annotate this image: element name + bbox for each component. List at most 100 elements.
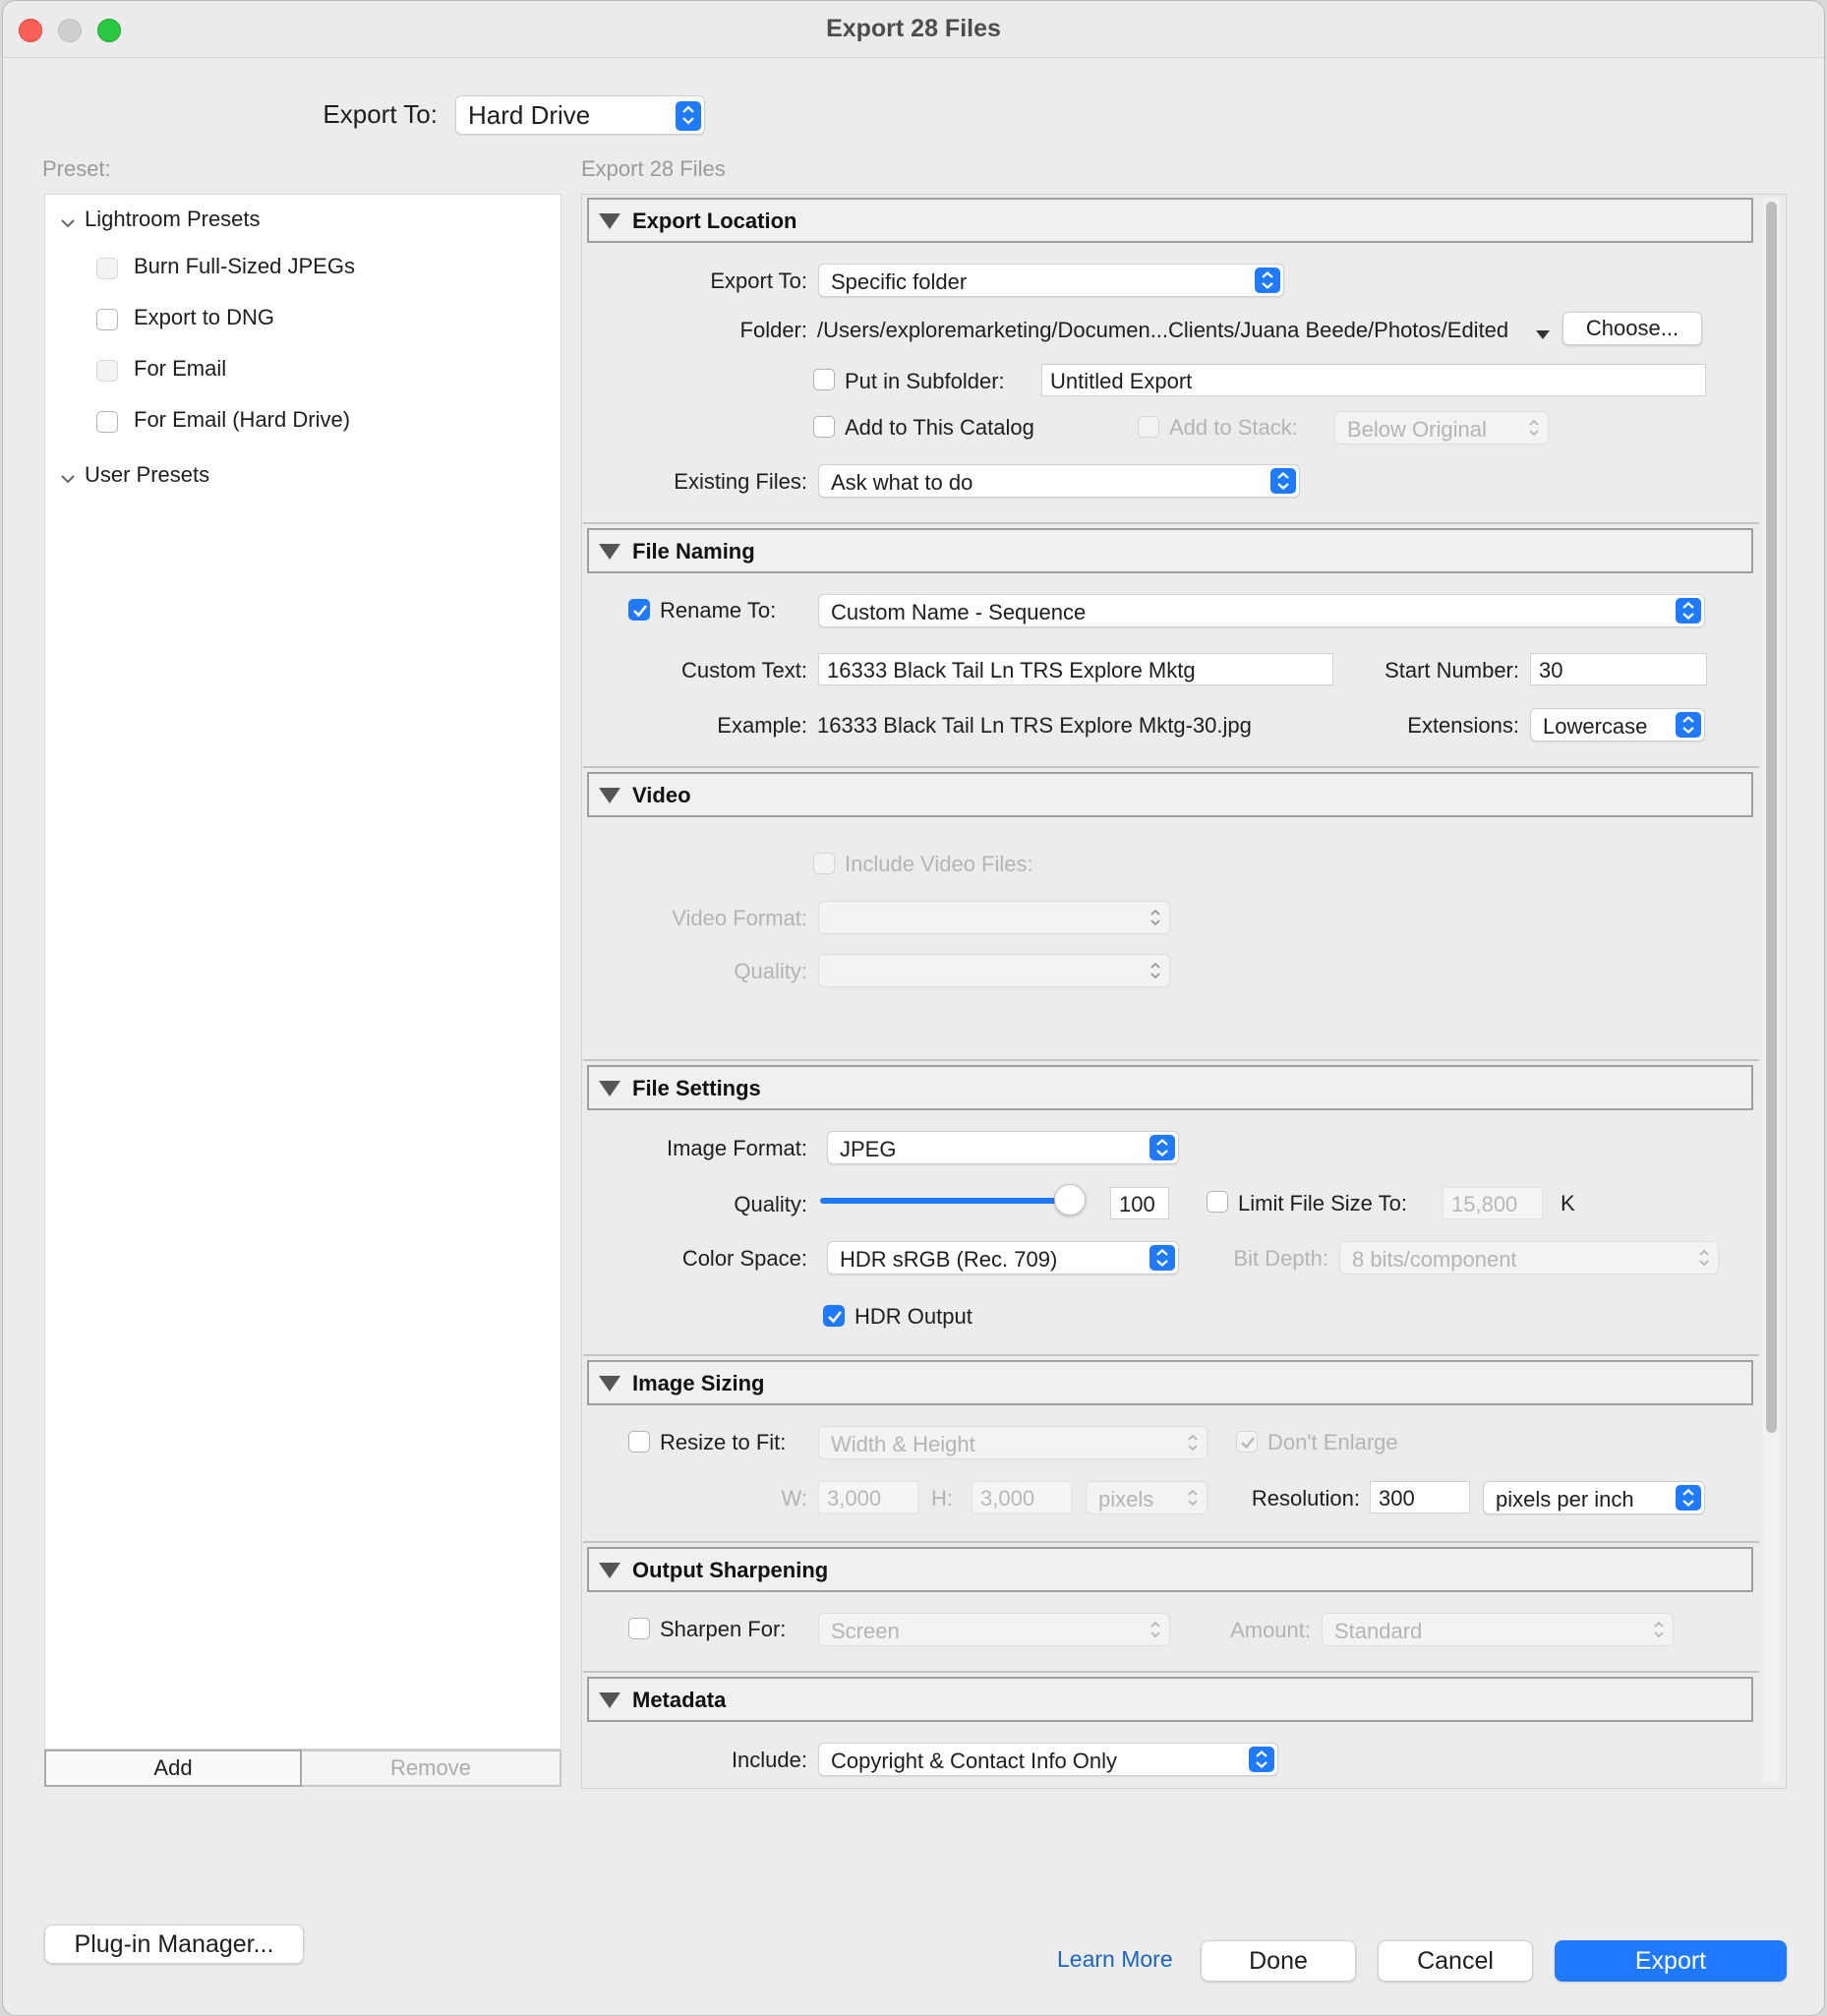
rename-checkbox[interactable] <box>628 599 650 621</box>
width-input[interactable]: 3,000 <box>818 1481 918 1513</box>
include-video-checkbox[interactable] <box>813 853 835 874</box>
resize-mode-select[interactable]: Width & Height <box>818 1426 1208 1459</box>
amount-select[interactable]: Standard <box>1322 1613 1674 1646</box>
image-format-select[interactable]: JPEG <box>827 1131 1179 1164</box>
dont-enlarge-checkbox[interactable] <box>1236 1431 1258 1453</box>
plugin-manager-button[interactable]: Plug-in Manager... <box>44 1925 304 1964</box>
section-title: Export Location <box>632 208 797 233</box>
height-label: H: <box>931 1486 953 1511</box>
export-destination-value: Hard Drive <box>468 100 591 130</box>
preset-group-name: Lightroom Presets <box>85 207 261 231</box>
preset-checkbox[interactable] <box>96 309 118 330</box>
disclosure-triangle-icon <box>599 544 620 560</box>
rename-template-select[interactable]: Custom Name - Sequence <box>818 594 1705 627</box>
resize-to-fit-label: Resize to Fit: <box>660 1430 787 1454</box>
folder-label: Folder: <box>739 318 807 342</box>
export-to-value: Specific folder <box>831 269 968 294</box>
add-to-stack-checkbox[interactable] <box>1138 416 1159 438</box>
add-preset-button[interactable]: Add <box>44 1749 302 1787</box>
limit-file-size-checkbox[interactable] <box>1207 1191 1228 1213</box>
add-preset-label: Add <box>153 1755 193 1780</box>
chevron-updown-icon <box>1698 1248 1710 1274</box>
bit-depth-select[interactable]: 8 bits/component <box>1339 1241 1719 1275</box>
section-export-location[interactable]: Export Location <box>587 198 1753 243</box>
disclosure-triangle-icon <box>599 1563 620 1578</box>
limit-unit: K <box>1561 1191 1575 1216</box>
section-metadata[interactable]: Metadata <box>587 1677 1753 1722</box>
video-quality-label: Quality: <box>734 959 807 983</box>
choose-folder-button[interactable]: Choose... <box>1562 312 1702 345</box>
start-number-input[interactable]: 30 <box>1530 653 1707 685</box>
section-image-sizing[interactable]: Image Sizing <box>587 1360 1753 1405</box>
export-to-select[interactable]: Specific folder <box>818 264 1284 297</box>
top-export-to-label: Export To: <box>323 99 438 129</box>
limit-file-size-value: 15,800 <box>1451 1192 1518 1216</box>
quality-slider-knob[interactable] <box>1054 1184 1086 1216</box>
amount-value: Standard <box>1334 1619 1423 1643</box>
height-input[interactable]: 3,000 <box>972 1481 1072 1513</box>
put-in-subfolder-checkbox[interactable] <box>813 369 835 390</box>
add-to-catalog-checkbox[interactable] <box>813 416 835 438</box>
stack-position-select[interactable]: Below Original <box>1334 411 1549 445</box>
preset-item-label: For Email (Hard Drive) <box>134 407 351 432</box>
sharpen-for-checkbox[interactable] <box>628 1618 650 1639</box>
done-button[interactable]: Done <box>1201 1940 1356 1982</box>
chevron-updown-icon <box>676 101 701 131</box>
export-dialog: Export 28 Files Export To: Hard Drive Pr… <box>2 0 1825 2016</box>
section-output-sharpening[interactable]: Output Sharpening <box>587 1547 1753 1592</box>
section-divider <box>583 1671 1759 1673</box>
size-units-select[interactable]: pixels <box>1086 1481 1208 1514</box>
disclosure-triangle-icon <box>599 788 620 803</box>
scrollbar-thumb[interactable] <box>1766 202 1777 1433</box>
export-label: Export <box>1634 1947 1707 1975</box>
section-video[interactable]: Video <box>587 772 1753 817</box>
add-catalog-label: Add to This Catalog <box>845 415 1034 440</box>
subfolder-value: Untitled Export <box>1050 369 1193 393</box>
chevron-down-icon <box>59 212 77 238</box>
export-button[interactable]: Export <box>1555 1940 1787 1982</box>
learn-more-link[interactable]: Learn More <box>1057 1946 1173 1973</box>
subfolder-input[interactable]: Untitled Export <box>1041 364 1706 396</box>
remove-preset-button[interactable]: Remove <box>302 1749 561 1787</box>
folder-history-triangle-icon[interactable] <box>1535 322 1551 347</box>
custom-text-input[interactable]: 16333 Black Tail Ln TRS Explore Mktg <box>818 653 1333 685</box>
limit-file-size-input[interactable]: 15,800 <box>1443 1187 1543 1219</box>
video-format-select[interactable] <box>818 901 1170 934</box>
sharpen-for-select[interactable]: Screen <box>818 1613 1170 1646</box>
section-file-settings[interactable]: File Settings <box>587 1065 1753 1110</box>
extensions-value: Lowercase <box>1543 714 1648 739</box>
resize-to-fit-checkbox[interactable] <box>628 1431 650 1453</box>
quality-slider[interactable] <box>820 1184 1086 1216</box>
image-format-value: JPEG <box>840 1137 897 1161</box>
dont-enlarge-label: Don't Enlarge <box>1267 1430 1398 1454</box>
quality-label: Quality: <box>734 1192 807 1216</box>
extensions-select[interactable]: Lowercase <box>1530 708 1705 741</box>
export-destination-select[interactable]: Hard Drive <box>455 95 705 135</box>
preset-item-label: Export to DNG <box>134 305 275 329</box>
extensions-label: Extensions: <box>1407 713 1519 738</box>
preset-item-label: Burn Full-Sized JPEGs <box>134 254 355 278</box>
disclosure-triangle-icon <box>599 213 620 229</box>
video-quality-select[interactable] <box>818 954 1170 987</box>
resolution-input[interactable]: 300 <box>1370 1481 1470 1513</box>
bit-depth-label: Bit Depth: <box>1233 1246 1328 1271</box>
disclosure-triangle-icon <box>599 1081 620 1097</box>
quality-input[interactable]: 100 <box>1110 1187 1169 1219</box>
video-format-label: Video Format: <box>672 906 807 930</box>
resolution-unit-select[interactable]: pixels per inch <box>1483 1481 1705 1514</box>
sharpen-for-value: Screen <box>831 1619 900 1643</box>
preset-checkbox[interactable] <box>96 258 118 279</box>
hdr-output-checkbox[interactable] <box>823 1305 845 1327</box>
chevron-updown-icon <box>1528 418 1540 444</box>
color-space-select[interactable]: HDR sRGB (Rec. 709) <box>827 1241 1179 1275</box>
preset-checkbox[interactable] <box>96 360 118 382</box>
cancel-button[interactable]: Cancel <box>1378 1940 1533 1982</box>
section-file-naming[interactable]: File Naming <box>587 528 1753 573</box>
folder-path: /Users/exploremarketing/Documen...Client… <box>817 318 1509 342</box>
metadata-include-select[interactable]: Copyright & Contact Info Only <box>818 1743 1278 1776</box>
color-space-label: Color Space: <box>681 1246 807 1271</box>
chevron-updown-icon <box>1149 1620 1161 1645</box>
loc-export-to-label: Export To: <box>710 268 807 293</box>
preset-checkbox[interactable] <box>96 411 118 433</box>
existing-files-select[interactable]: Ask what to do <box>818 464 1300 498</box>
